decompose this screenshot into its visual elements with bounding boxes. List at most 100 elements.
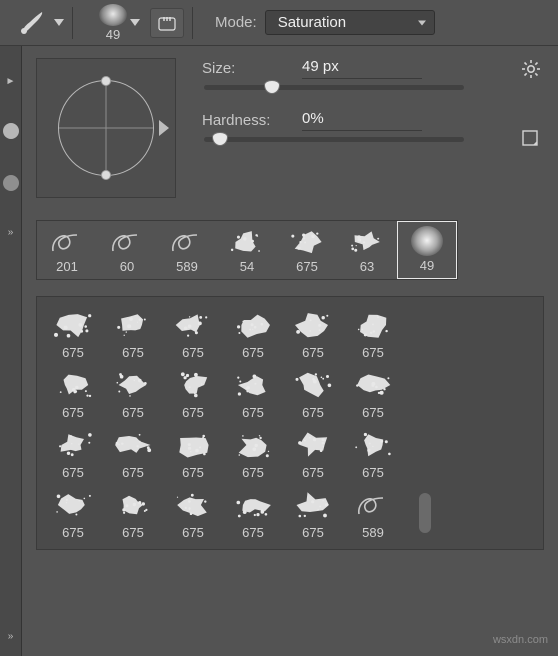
scrollbar-thumb[interactable] <box>419 493 431 533</box>
library-brush-tile[interactable]: 675 <box>163 303 223 363</box>
more-chevron-icon[interactable]: » <box>8 631 14 642</box>
library-brush-tile[interactable]: 675 <box>223 303 283 363</box>
recent-brush-tile[interactable]: 201 <box>37 221 97 279</box>
library-scrollbar[interactable] <box>403 303 447 543</box>
brush-tool-icon[interactable] <box>18 10 46 36</box>
brush-library-grid: 675 675 675 675 675 675 675 675 <box>43 303 403 543</box>
library-brush-tile[interactable]: 675 <box>283 363 343 423</box>
library-brush-tile[interactable]: 675 <box>103 303 163 363</box>
brush-label: 675 <box>242 345 264 360</box>
palette-dot[interactable] <box>3 175 19 191</box>
hardness-label: Hardness: <box>202 112 302 129</box>
brush-label: 675 <box>122 465 144 480</box>
hardness-slider-thumb[interactable] <box>212 132 228 146</box>
brush-label: 675 <box>182 405 204 420</box>
recent-brushes-row: 201 60 589 54 675 63 49 <box>36 220 458 280</box>
more-chevron-icon[interactable]: » <box>8 227 14 238</box>
recent-brush-tile[interactable]: 589 <box>157 221 217 279</box>
hardness-input[interactable]: 0% <box>302 110 422 131</box>
library-brush-tile[interactable]: 675 <box>283 483 343 543</box>
brush-preset-panel: Size: 49 px Hardness: 0% <box>22 46 558 656</box>
library-brush-tile[interactable]: 675 <box>43 483 103 543</box>
gear-icon[interactable] <box>520 58 542 83</box>
brush-preview-picker[interactable]: 49 <box>81 4 140 42</box>
library-brush-tile[interactable]: 675 <box>103 423 163 483</box>
brush-preview-size: 49 <box>106 27 120 42</box>
size-input[interactable]: 49 px <box>302 58 422 79</box>
brush-thumb <box>108 307 158 343</box>
recent-brush-tile[interactable]: 63 <box>337 221 397 279</box>
angle-handle[interactable] <box>101 170 111 180</box>
library-brush-tile[interactable]: 675 <box>103 483 163 543</box>
recent-brush-tile[interactable]: 60 <box>97 221 157 279</box>
library-brush-tile[interactable]: 675 <box>43 363 103 423</box>
brush-preset-chevron-icon[interactable] <box>130 15 140 30</box>
brush-label: 675 <box>182 525 204 540</box>
library-brush-tile[interactable]: 675 <box>223 423 283 483</box>
recent-brush-tile[interactable]: 54 <box>217 221 277 279</box>
brush-label: 675 <box>242 525 264 540</box>
angle-circle <box>58 80 154 176</box>
tool-preset-chevron-icon[interactable] <box>54 15 64 30</box>
divider <box>192 7 193 39</box>
brush-thumb <box>165 226 209 258</box>
library-brush-tile[interactable]: 675 <box>163 363 223 423</box>
brush-label: 675 <box>62 525 84 540</box>
brush-label: 675 <box>62 345 84 360</box>
library-brush-tile[interactable]: 675 <box>343 303 403 363</box>
brush-label: 675 <box>182 465 204 480</box>
brush-thumb <box>108 427 158 463</box>
library-brush-tile[interactable]: 675 <box>343 363 403 423</box>
size-label: Size: <box>202 60 302 77</box>
brush-label: 675 <box>362 405 384 420</box>
brush-label: 675 <box>242 405 264 420</box>
brush-label: 675 <box>362 465 384 480</box>
brush-thumb <box>105 226 149 258</box>
brush-thumb <box>348 427 398 463</box>
brush-label: 675 <box>242 465 264 480</box>
library-brush-tile[interactable]: 675 <box>223 363 283 423</box>
brush-label: 589 <box>176 259 198 274</box>
brush-settings-row: Size: 49 px Hardness: 0% <box>36 58 544 198</box>
collapse-chevron-icon[interactable]: ► <box>6 76 16 87</box>
angle-handle[interactable] <box>101 76 111 86</box>
blend-mode-value: Saturation <box>278 14 346 31</box>
brush-angle-widget[interactable] <box>36 58 176 198</box>
library-brush-tile[interactable]: 675 <box>163 423 223 483</box>
brush-thumb <box>288 367 338 403</box>
brush-label: 675 <box>362 345 384 360</box>
brush-label: 63 <box>360 259 374 274</box>
options-bar: 49 Mode: Saturation <box>0 0 558 46</box>
library-brush-tile[interactable]: 675 <box>163 483 223 543</box>
library-brush-tile[interactable]: 589 <box>343 483 403 543</box>
library-brush-tile[interactable]: 675 <box>223 483 283 543</box>
library-brush-tile[interactable]: 675 <box>283 423 343 483</box>
recent-brush-tile[interactable]: 49 <box>397 221 457 279</box>
brush-label: 49 <box>420 258 434 273</box>
brush-thumb <box>168 307 218 343</box>
brush-thumb <box>168 487 218 523</box>
library-brush-tile[interactable]: 675 <box>103 363 163 423</box>
size-slider-thumb[interactable] <box>264 80 280 94</box>
brush-thumb <box>405 225 449 257</box>
library-brush-tile[interactable]: 675 <box>43 303 103 363</box>
brush-label: 60 <box>120 259 134 274</box>
library-brush-tile[interactable]: 675 <box>343 423 403 483</box>
library-brush-tile[interactable]: 675 <box>283 303 343 363</box>
hardness-slider[interactable] <box>204 137 464 142</box>
brush-thumb <box>45 226 89 258</box>
brush-thumb <box>48 427 98 463</box>
library-brush-tile[interactable]: 675 <box>43 423 103 483</box>
brush-thumb <box>168 427 218 463</box>
recent-brush-tile[interactable]: 675 <box>277 221 337 279</box>
brush-thumb <box>228 427 278 463</box>
brush-settings-button[interactable] <box>150 8 184 38</box>
brush-sliders: Size: 49 px Hardness: 0% <box>202 58 504 198</box>
angle-arrow-icon[interactable] <box>159 120 169 136</box>
new-preset-icon[interactable] <box>521 129 541 150</box>
blend-mode-select[interactable]: Saturation <box>265 10 435 35</box>
size-slider[interactable] <box>204 85 464 90</box>
brush-label: 675 <box>62 465 84 480</box>
palette-dot[interactable] <box>3 123 19 139</box>
brush-thumb <box>228 367 278 403</box>
